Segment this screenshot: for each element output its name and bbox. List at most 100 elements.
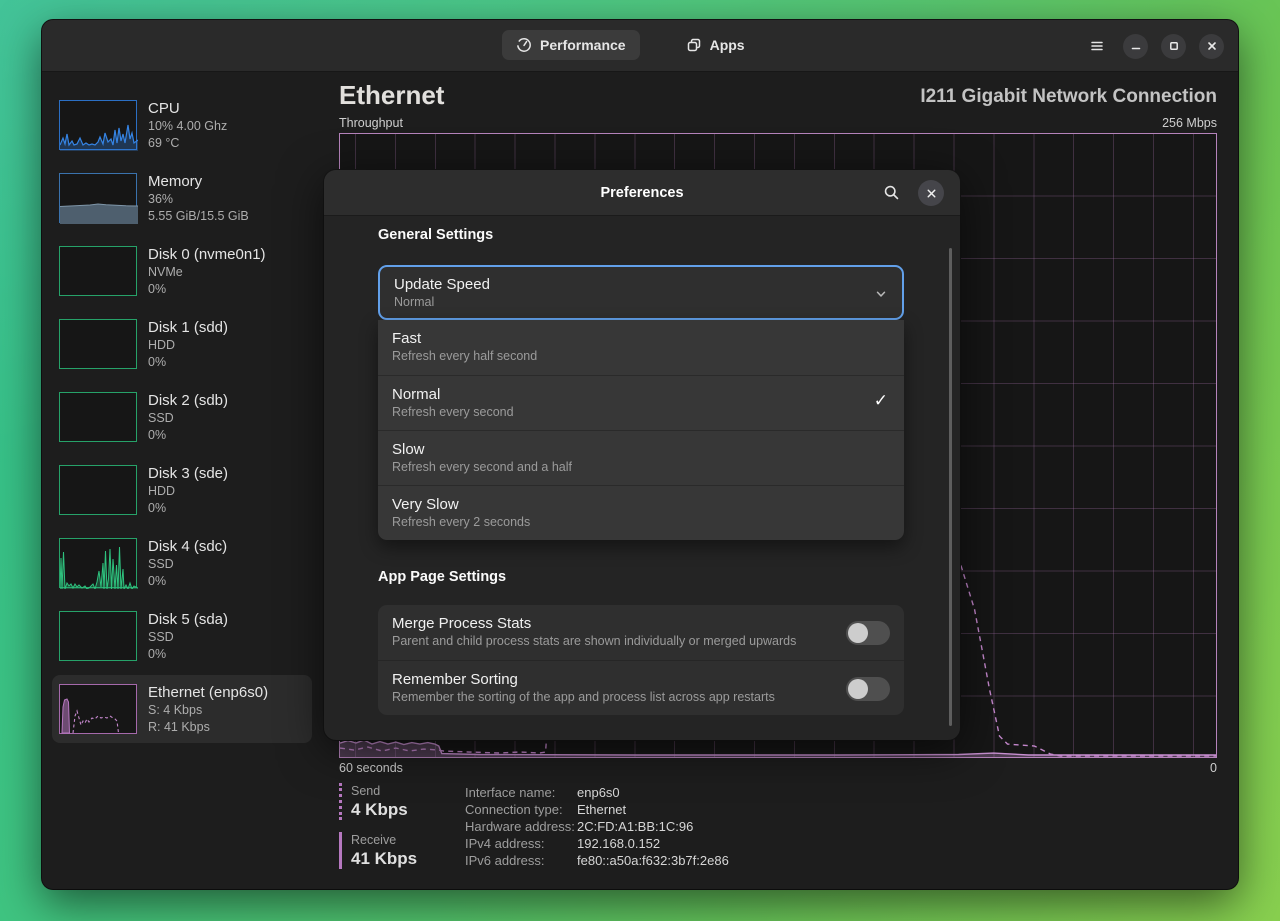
close-icon — [925, 187, 938, 200]
dialog-close-button[interactable] — [918, 180, 944, 206]
sidebar-disk5-title: Disk 5 (sda) — [148, 610, 228, 629]
option-title: Very Slow — [392, 495, 890, 514]
detail-row: IPv4 address: 192.168.0.152 — [465, 835, 729, 852]
sidebar-cpu-line2: 69 °C — [148, 135, 227, 152]
detail-label: Interface name: — [465, 784, 577, 801]
detail-row: Connection type: Ethernet — [465, 801, 729, 818]
interface-details: Interface name: enp6s0 Connection type: … — [465, 784, 729, 869]
minimize-button[interactable] — [1123, 34, 1148, 59]
option-title: Normal — [392, 385, 890, 404]
sidebar-disk0-line1: NVMe — [148, 264, 266, 281]
sidebar-disk4-line2: 0% — [148, 573, 227, 590]
desktop-wallpaper: Performance Apps — [0, 0, 1280, 921]
sidebar-item-ethernet[interactable]: Ethernet (enp6s0) S: 4 Kbps R: 41 Kbps — [52, 675, 312, 743]
sidebar-cpu-title: CPU — [148, 99, 227, 118]
preferences-dialog: Preferences General Settings Update Spee… — [324, 170, 960, 740]
update-speed-value: Normal — [394, 294, 490, 310]
sidebar-item-cpu[interactable]: CPU 10% 4.00 Ghz 69 °C — [52, 91, 312, 159]
disk3-mini-graph — [59, 465, 137, 515]
sidebar-disk1-title: Disk 1 (sdd) — [148, 318, 228, 337]
option-very-slow[interactable]: Very Slow Refresh every 2 seconds — [378, 485, 904, 540]
disk1-mini-graph — [59, 319, 137, 369]
gauge-icon — [516, 37, 532, 53]
detail-value: 2C:FD:A1:BB:1C:96 — [577, 818, 693, 835]
maximize-icon — [1167, 39, 1181, 53]
close-button[interactable] — [1199, 34, 1224, 59]
detail-row: Interface name: enp6s0 — [465, 784, 729, 801]
detail-row: Hardware address: 2C:FD:A1:BB:1C:96 — [465, 818, 729, 835]
update-speed-popup: Fast Refresh every half second Normal Re… — [378, 320, 904, 540]
remember-sorting-subtitle: Remember the sorting of the app and proc… — [392, 689, 890, 705]
detail-value: enp6s0 — [577, 784, 620, 801]
app-page-settings-heading: App Page Settings — [378, 569, 506, 585]
sidebar-disk3-title: Disk 3 (sde) — [148, 464, 228, 483]
detail-label: IPv4 address: — [465, 835, 577, 852]
option-subtitle: Refresh every half second — [392, 348, 890, 364]
sidebar-disk0-line2: 0% — [148, 281, 266, 298]
option-title: Fast — [392, 329, 890, 348]
sidebar-disk3-line2: 0% — [148, 500, 228, 517]
sidebar-disk5-line1: SSD — [148, 629, 228, 646]
remember-sorting-row: Remember Sorting Remember the sorting of… — [378, 660, 904, 715]
view-switcher: Performance Apps — [502, 30, 759, 60]
sidebar-disk1-line1: HDD — [148, 337, 228, 354]
titlebar: Performance Apps — [42, 20, 1238, 72]
receive-label: Receive — [351, 832, 459, 848]
sidebar-memory-line1: 36% — [148, 191, 249, 208]
legend-receive: Receive 41 Kbps — [339, 832, 459, 869]
toggle-knob — [848, 623, 868, 643]
hamburger-menu-icon[interactable] — [1084, 33, 1110, 59]
sidebar-item-disk3[interactable]: Disk 3 (sde) HDD 0% — [52, 456, 312, 524]
close-icon — [1205, 39, 1219, 53]
memory-mini-graph — [59, 173, 137, 223]
merge-process-stats-subtitle: Parent and child process stats are shown… — [392, 633, 890, 649]
option-slow[interactable]: Slow Refresh every second and a half — [378, 430, 904, 485]
send-value: 4 Kbps — [351, 799, 459, 820]
disk0-mini-graph — [59, 246, 137, 296]
option-normal[interactable]: Normal Refresh every second ✓ — [378, 375, 904, 430]
sidebar-ethernet-title: Ethernet (enp6s0) — [148, 683, 268, 702]
sidebar-item-disk4[interactable]: Disk 4 (sdc) SSD 0% — [52, 529, 312, 597]
update-speed-title: Update Speed — [394, 275, 490, 294]
chevron-down-icon — [874, 287, 888, 306]
time-range-label: 60 seconds — [339, 761, 403, 775]
receive-value: 41 Kbps — [351, 848, 459, 869]
toggle-knob — [848, 679, 868, 699]
merge-process-stats-toggle[interactable] — [846, 621, 890, 645]
search-button[interactable] — [883, 184, 900, 206]
sidebar-item-disk1[interactable]: Disk 1 (sdd) HDD 0% — [52, 310, 312, 378]
option-fast[interactable]: Fast Refresh every half second — [378, 320, 904, 375]
tab-apps[interactable]: Apps — [672, 30, 759, 60]
disk2-mini-graph — [59, 392, 137, 442]
sidebar-item-disk0[interactable]: Disk 0 (nvme0n1) NVMe 0% — [52, 237, 312, 305]
time-zero-label: 0 — [1210, 761, 1217, 775]
detail-label: Connection type: — [465, 801, 577, 818]
chart-legend: Send 4 Kbps Receive 41 Kbps — [339, 783, 459, 881]
sidebar-ethernet-line2: R: 41 Kbps — [148, 719, 268, 736]
maximize-button[interactable] — [1161, 34, 1186, 59]
tab-performance-label: Performance — [540, 37, 626, 53]
send-label: Send — [351, 783, 459, 799]
merge-process-stats-row: Merge Process Stats Parent and child pro… — [378, 605, 904, 660]
disk4-mini-graph — [59, 538, 137, 588]
preferences-header: Preferences — [324, 170, 960, 216]
sidebar-item-disk5[interactable]: Disk 5 (sda) SSD 0% — [52, 602, 312, 670]
tab-performance[interactable]: Performance — [502, 30, 640, 60]
option-subtitle: Refresh every 2 seconds — [392, 514, 890, 530]
sidebar-item-disk2[interactable]: Disk 2 (sdb) SSD 0% — [52, 383, 312, 451]
sidebar-item-memory[interactable]: Memory 36% 5.55 GiB/15.5 GiB — [52, 164, 312, 232]
search-icon — [883, 184, 900, 201]
check-icon: ✓ — [874, 391, 888, 411]
sidebar-disk0-title: Disk 0 (nvme0n1) — [148, 245, 266, 264]
sidebar-ethernet-line1: S: 4 Kbps — [148, 702, 268, 719]
detail-value: 192.168.0.152 — [577, 835, 660, 852]
cpu-mini-graph — [59, 100, 137, 150]
minimize-icon — [1129, 39, 1143, 53]
tab-apps-label: Apps — [710, 37, 745, 53]
option-title: Slow — [392, 440, 890, 459]
dialog-scrollbar[interactable] — [949, 248, 952, 726]
sidebar-disk4-line1: SSD — [148, 556, 227, 573]
remember-sorting-title: Remember Sorting — [392, 670, 890, 689]
update-speed-combo[interactable]: Update Speed Normal — [378, 265, 904, 320]
remember-sorting-toggle[interactable] — [846, 677, 890, 701]
